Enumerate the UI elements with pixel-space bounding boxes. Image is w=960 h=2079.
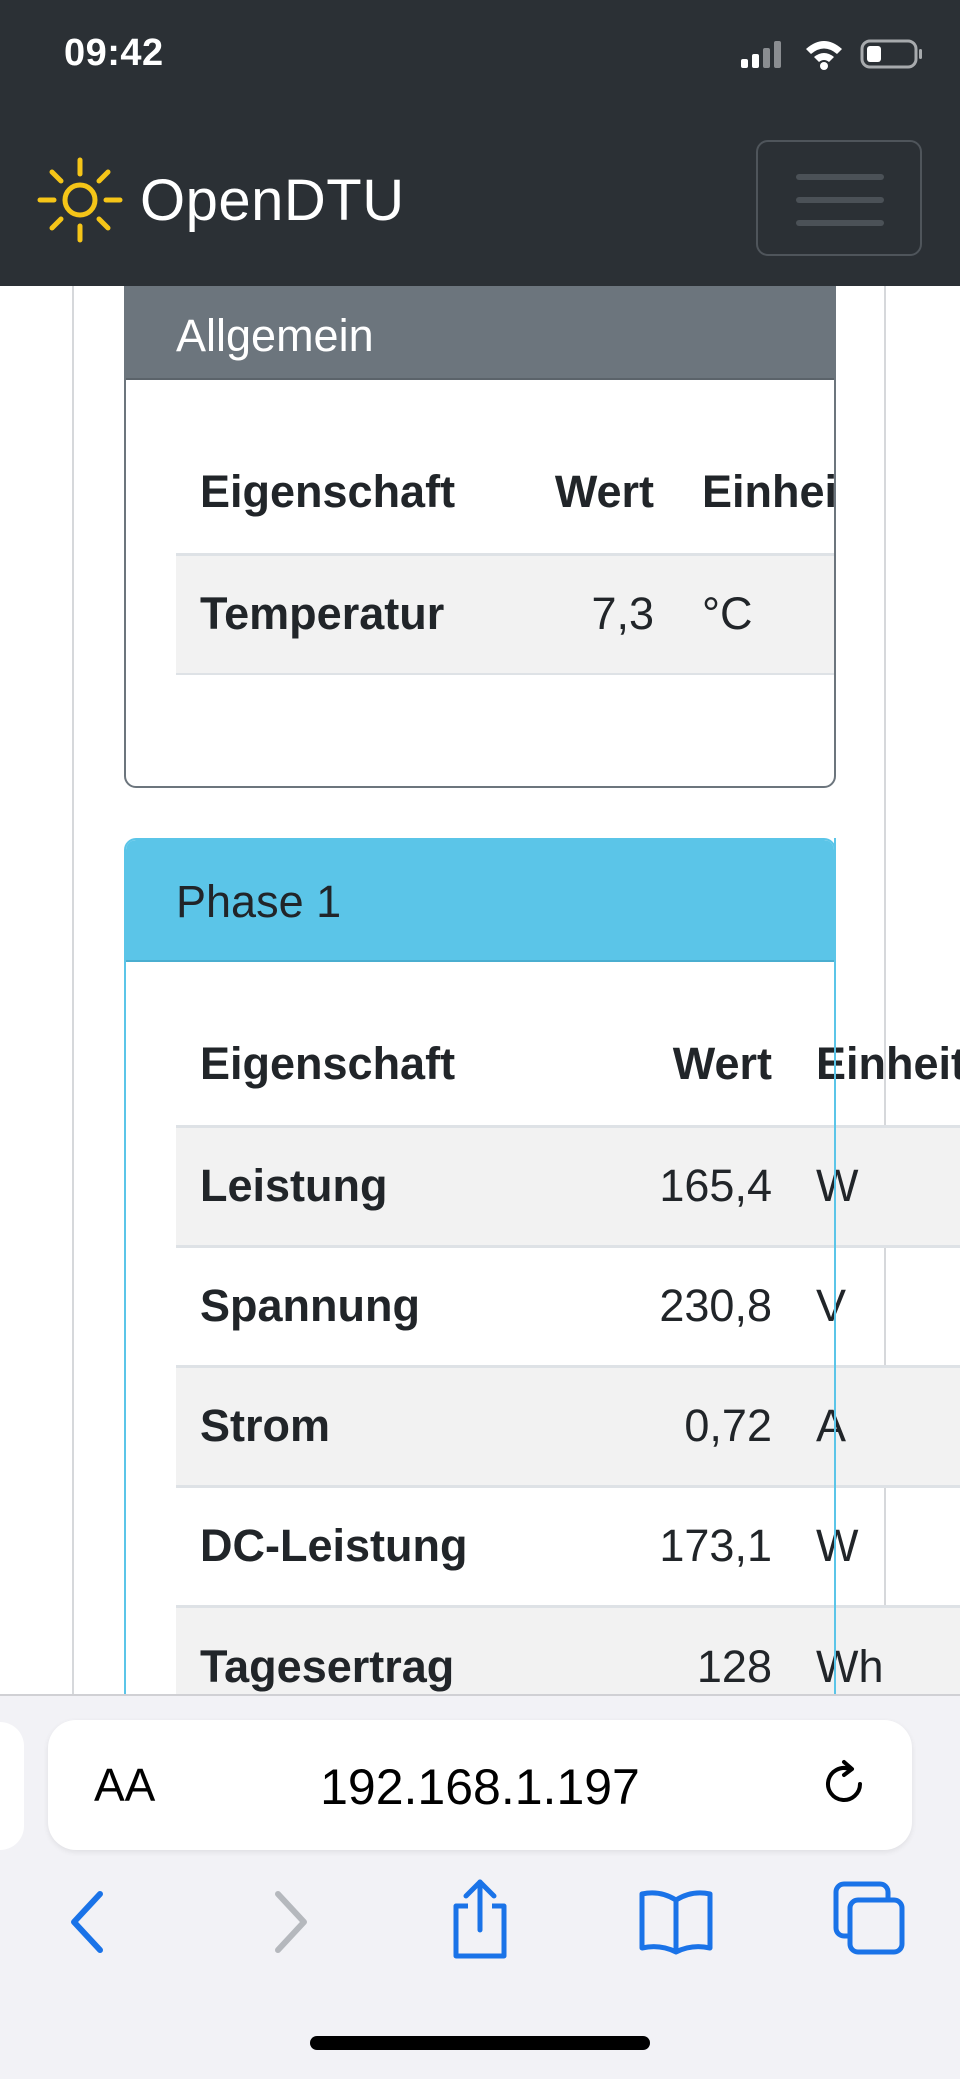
- status-time: 09:42: [64, 32, 164, 74]
- table-row: Temperatur 7,3 °C: [176, 554, 834, 674]
- row-unit: °C: [702, 588, 753, 640]
- column-header-eigenschaft: Eigenschaft: [200, 1038, 456, 1090]
- row-value: 173,1: [659, 1520, 772, 1571]
- browser-toolbar: AA 192.168.1.197: [0, 1694, 960, 2079]
- row-property: Strom: [200, 1400, 331, 1451]
- page-content[interactable]: Allgemein Eigenschaft Wert Einheit Tempe…: [0, 286, 960, 1694]
- row-property: Tagesertrag: [200, 1640, 455, 1692]
- table-row: Tagesertrag 128 Wh: [176, 1606, 960, 1694]
- row-unit: W: [815, 1160, 859, 1211]
- battery-icon: [860, 39, 922, 69]
- menu-icon-bar: [796, 174, 884, 180]
- share-icon[interactable]: [446, 1874, 514, 1962]
- navbar: OpenDTU: [0, 118, 960, 286]
- brand-link[interactable]: OpenDTU: [34, 154, 405, 246]
- column-header-einheit: Einheit: [815, 1038, 960, 1090]
- back-icon[interactable]: [58, 1882, 118, 1962]
- card-header-phase-1: Phase 1: [126, 840, 834, 962]
- allgemein-table: Eigenschaft Wert Einheit Temperatur 7,3 …: [176, 432, 836, 675]
- url-field[interactable]: 192.168.1.197: [48, 1758, 912, 1816]
- row-unit: A: [815, 1400, 846, 1451]
- card-header-allgemein: Allgemein: [126, 286, 834, 380]
- table-header-row: Eigenschaft Wert Einheit: [176, 1004, 960, 1126]
- column-header-eigenschaft: Eigenschaft: [200, 466, 456, 518]
- table-header-row: Eigenschaft Wert Einheit: [176, 432, 836, 554]
- column-header-wert: Wert: [554, 466, 654, 518]
- card-phase-1: Phase 1 Eigenschaft Wert Einheit Leistun…: [124, 838, 960, 1694]
- bookmarks-icon[interactable]: [636, 1886, 716, 1958]
- row-unit: Wh: [815, 1640, 884, 1692]
- signal-icon: [741, 41, 782, 68]
- row-value: 165,4: [659, 1160, 772, 1211]
- home-indicator[interactable]: [310, 2036, 650, 2050]
- previous-tab-preview[interactable]: [0, 1722, 24, 1850]
- status-bar: 09:42: [0, 0, 960, 118]
- row-unit: W: [815, 1520, 859, 1571]
- forward-icon[interactable]: [260, 1882, 320, 1962]
- table-row: Spannung 230,8 V: [176, 1246, 960, 1366]
- row-value: 230,8: [659, 1280, 772, 1331]
- table-row: Leistung 165,4 W: [176, 1126, 960, 1246]
- wifi-icon: [805, 41, 842, 70]
- container-border-left: [72, 286, 74, 1694]
- phase-1-table: Eigenschaft Wert Einheit Leistung 165,4 …: [176, 1004, 960, 1694]
- status-icons: [727, 38, 924, 78]
- row-property: DC-Leistung: [200, 1520, 468, 1571]
- menu-icon-bar: [796, 197, 884, 203]
- reload-icon[interactable]: [816, 1756, 872, 1812]
- table-divider: [834, 566, 836, 694]
- card-border-right: [834, 838, 836, 1694]
- tabs-icon[interactable]: [832, 1880, 908, 1960]
- address-bar[interactable]: AA 192.168.1.197: [48, 1720, 912, 1850]
- row-unit: V: [815, 1280, 846, 1331]
- row-property: Temperatur: [200, 588, 445, 640]
- row-value: 128: [696, 1640, 772, 1692]
- card-allgemein: Allgemein Eigenschaft Wert Einheit Tempe…: [124, 286, 836, 788]
- row-property: Leistung: [200, 1160, 388, 1211]
- brand-name: OpenDTU: [140, 167, 405, 233]
- table-row: DC-Leistung 173,1 W: [176, 1486, 960, 1606]
- column-header-einheit: Einheit: [702, 466, 836, 518]
- table-row: Strom 0,72 A: [176, 1366, 960, 1486]
- row-property: Spannung: [200, 1280, 420, 1331]
- sun-icon: [37, 157, 123, 243]
- row-value: 0,72: [684, 1400, 772, 1451]
- menu-icon-bar: [796, 220, 884, 226]
- row-value: 7,3: [591, 588, 654, 640]
- column-header-wert: Wert: [672, 1038, 772, 1090]
- navbar-toggle-button[interactable]: [756, 140, 922, 256]
